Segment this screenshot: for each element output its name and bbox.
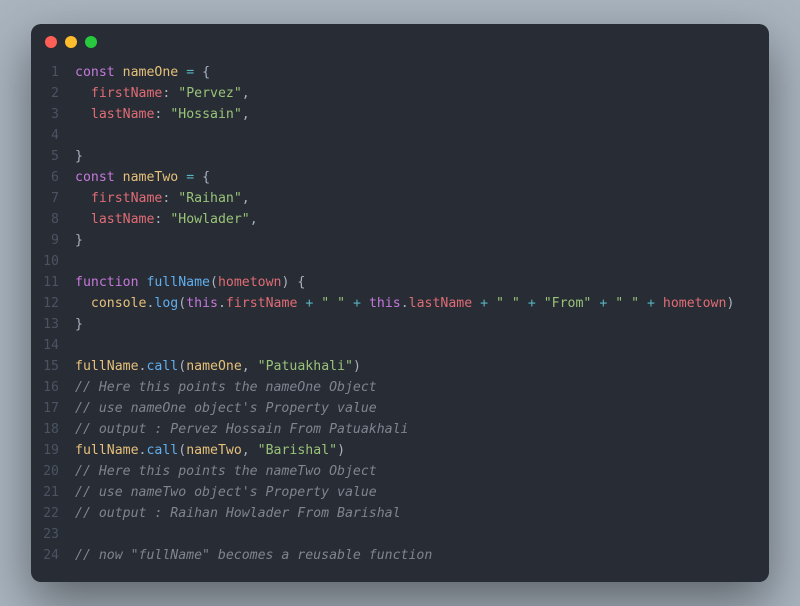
code-line: function fullName(hometown) { <box>75 272 751 293</box>
code-line: fullName.call(nameOne, "Patuakhali") <box>75 356 751 377</box>
code-line: lastName: "Howlader", <box>75 209 751 230</box>
code-line: } <box>75 146 751 167</box>
line-number: 22 <box>31 503 59 524</box>
line-number: 23 <box>31 524 59 545</box>
line-number: 21 <box>31 482 59 503</box>
code-line <box>75 251 751 272</box>
code-line: console.log(this.firstName + " " + this.… <box>75 293 751 314</box>
code-line: // use nameOne object's Property value <box>75 398 751 419</box>
code-line: firstName: "Pervez", <box>75 83 751 104</box>
code-line <box>75 125 751 146</box>
titlebar <box>31 24 769 60</box>
line-number: 9 <box>31 230 59 251</box>
code-line: // use nameTwo object's Property value <box>75 482 751 503</box>
line-number: 12 <box>31 293 59 314</box>
line-number: 2 <box>31 83 59 104</box>
line-number: 10 <box>31 251 59 272</box>
code-content[interactable]: const nameOne = { firstName: "Pervez", l… <box>75 62 751 572</box>
code-line: // now "fullName" becomes a reusable fun… <box>75 545 751 566</box>
line-number: 3 <box>31 104 59 125</box>
line-number: 19 <box>31 440 59 461</box>
code-line: // Here this points the nameOne Object <box>75 377 751 398</box>
minimize-icon[interactable] <box>65 36 77 48</box>
code-line: const nameOne = { <box>75 62 751 83</box>
line-number: 16 <box>31 377 59 398</box>
code-line: fullName.call(nameTwo, "Barishal") <box>75 440 751 461</box>
line-number: 4 <box>31 125 59 146</box>
line-number-gutter: 123456789101112131415161718192021222324 <box>31 62 75 572</box>
close-icon[interactable] <box>45 36 57 48</box>
code-line: lastName: "Hossain", <box>75 104 751 125</box>
code-line <box>75 335 751 356</box>
line-number: 14 <box>31 335 59 356</box>
code-line: } <box>75 230 751 251</box>
code-line: // output : Raihan Howlader From Barisha… <box>75 503 751 524</box>
line-number: 8 <box>31 209 59 230</box>
line-number: 17 <box>31 398 59 419</box>
line-number: 18 <box>31 419 59 440</box>
code-line: // Here this points the nameTwo Object <box>75 461 751 482</box>
code-editor[interactable]: 123456789101112131415161718192021222324 … <box>31 60 769 582</box>
line-number: 15 <box>31 356 59 377</box>
code-line: const nameTwo = { <box>75 167 751 188</box>
line-number: 7 <box>31 188 59 209</box>
line-number: 11 <box>31 272 59 293</box>
line-number: 5 <box>31 146 59 167</box>
code-line: firstName: "Raihan", <box>75 188 751 209</box>
code-window: 123456789101112131415161718192021222324 … <box>31 24 769 582</box>
line-number: 13 <box>31 314 59 335</box>
code-line: // output : Pervez Hossain From Patuakha… <box>75 419 751 440</box>
line-number: 24 <box>31 545 59 566</box>
code-line: } <box>75 314 751 335</box>
line-number: 6 <box>31 167 59 188</box>
line-number: 20 <box>31 461 59 482</box>
line-number: 1 <box>31 62 59 83</box>
zoom-icon[interactable] <box>85 36 97 48</box>
code-line <box>75 524 751 545</box>
